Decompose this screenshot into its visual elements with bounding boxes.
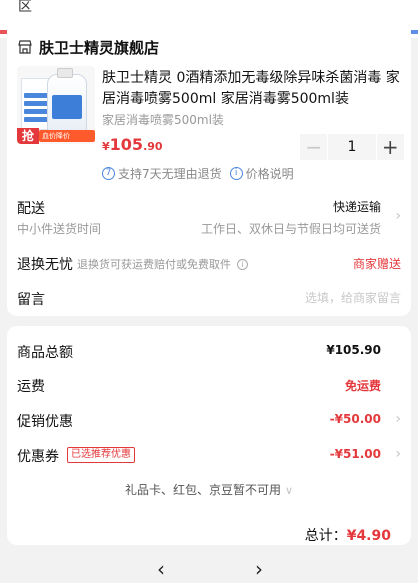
order-card: 肤卫士精灵旗舰店 抢 血价降价30.00% 肤卫士精灵 0酒精添加无毒级除异味杀… (7, 30, 411, 316)
address-tail: 区 (18, 0, 32, 15)
product-title[interactable]: 肤卫士精灵 0酒精添加无毒级除异味杀菌消毒 家居消毒喷雾500ml 家居消毒雾5… (102, 68, 402, 110)
chevron-right-icon: › (395, 446, 401, 462)
returns-value: 商家赠送 (352, 257, 401, 271)
total-value: ¥4.90 (346, 528, 391, 544)
quantity-stepper: − 1 + (300, 134, 405, 160)
goods-total-label: 商品总额 (17, 345, 73, 361)
delivery-time[interactable]: 工作日、双休日与节假日均可送货 (201, 220, 381, 237)
coupon-label: 优惠券 (17, 449, 59, 465)
browser-nav-bar: ‹ › (0, 556, 418, 583)
shipping-value: 免运费 (344, 379, 381, 393)
summary-card: 商品总额 ¥105.90 运费 免运费 促销优惠 -¥50.00 › 优惠券 已… (7, 326, 411, 545)
returns-desc: 退换货可获运费赔付或免费取件 i (77, 256, 248, 272)
price-explanation-link[interactable]: 价格说明 (246, 165, 294, 182)
product-price: ¥105.90 (102, 135, 163, 154)
total-label: 总计： (304, 528, 347, 544)
product-sku: 家居消毒喷雾500ml装 (102, 113, 224, 127)
shop-header[interactable]: 肤卫士精灵旗舰店 (17, 36, 159, 58)
chevron-right-icon: › (395, 411, 401, 427)
returns-label: 退换无忧 (17, 257, 73, 273)
delivery-sub: 中小件送货时间 (17, 222, 102, 236)
delivery-label: 配送 (17, 201, 45, 217)
coupon-tag: 已选推荐优惠 (67, 447, 135, 463)
chevron-right-icon[interactable]: › (395, 208, 401, 224)
shipping-row: 运费 免运费 (17, 376, 401, 398)
product-bottle-graphic (47, 74, 87, 134)
increase-button[interactable]: + (376, 134, 405, 160)
product-image[interactable]: 抢 血价降价30.00% (17, 66, 95, 144)
return-policy-text: 支持7天无理由退货 (118, 167, 222, 181)
service-row: 7 支持7天无理由退货 i 价格说明 (102, 165, 294, 182)
decrease-button[interactable]: − (300, 134, 328, 160)
quantity-value[interactable]: 1 (328, 134, 376, 160)
note-label: 留言 (17, 292, 45, 308)
goods-total-row: 商品总额 ¥105.90 (17, 342, 401, 364)
promo-row[interactable]: 促销优惠 -¥50.00 › (17, 411, 401, 433)
store-icon (18, 40, 32, 54)
promo-label: 促销优惠 (17, 414, 73, 430)
goods-total-value: ¥105.90 (326, 343, 381, 357)
sale-badge: 血价降价30.00% (39, 130, 95, 142)
coupon-value: -¥51.00 (329, 447, 381, 461)
seven-day-return-icon: 7 (102, 167, 115, 180)
info-icon[interactable]: i (237, 258, 248, 270)
promo-value: -¥50.00 (329, 412, 381, 426)
shipping-label: 运费 (17, 379, 45, 395)
forward-arrow-icon[interactable]: › (249, 559, 269, 579)
shop-name: 肤卫士精灵旗舰店 (39, 38, 160, 57)
note-input[interactable] (201, 288, 401, 308)
order-total: 总计：¥4.90 (305, 525, 391, 545)
delivery-method[interactable]: 快递运输 (333, 198, 381, 215)
flash-badge: 抢 (17, 128, 39, 144)
gift-card-toggle[interactable]: 礼品卡、红包、京豆暂不可用 ∨ (7, 481, 411, 498)
chevron-down-icon: ∨ (284, 484, 294, 497)
back-arrow-icon[interactable]: ‹ (151, 559, 171, 579)
info-icon: i (229, 167, 243, 180)
coupon-row[interactable]: 优惠券 已选推荐优惠 -¥51.00 › (17, 446, 401, 468)
